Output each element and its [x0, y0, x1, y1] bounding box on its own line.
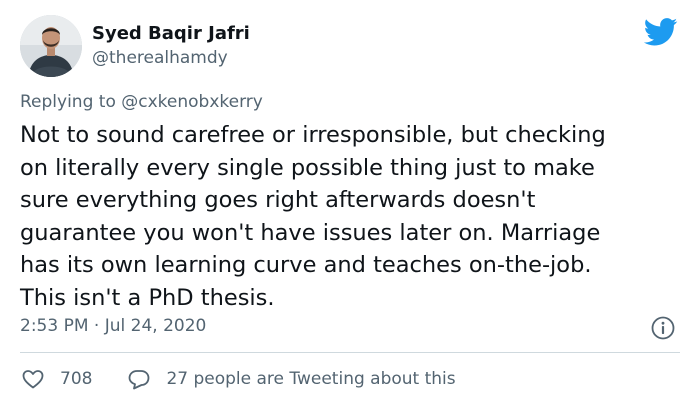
info-icon[interactable]	[650, 315, 676, 341]
author-block[interactable]: Syed Baqir Jafri @therealhamdy	[92, 22, 250, 70]
reply-mention-link[interactable]: @cxkenobxkerry	[121, 92, 263, 112]
tweet-timestamp[interactable]: 2:53 PM · Jul 24, 2020	[20, 314, 206, 338]
replying-to-line: Replying to @cxkenobxkerry	[20, 90, 263, 114]
tweet-card: Syed Baqir Jafri @therealhamdy Replying …	[0, 0, 700, 406]
avatar-image	[20, 15, 82, 77]
like-count: 708	[60, 369, 93, 389]
conversation-text[interactable]: 27 people are Tweeting about this	[166, 369, 455, 389]
tweet-actions: 708 27 people are Tweeting about this	[20, 365, 456, 393]
replying-to-label: Replying to	[20, 92, 122, 112]
speech-bubble-icon	[126, 366, 152, 392]
heart-icon	[20, 366, 46, 392]
conversation-link[interactable]: 27 people are Tweeting about this	[126, 366, 456, 392]
like-button[interactable]: 708	[20, 366, 92, 392]
divider	[20, 352, 680, 353]
author-handle[interactable]: @therealhamdy	[92, 46, 250, 70]
avatar[interactable]	[20, 15, 82, 77]
twitter-bird-icon[interactable]	[643, 18, 678, 46]
tweet-text: Not to sound carefree or irresponsible, …	[20, 122, 606, 311]
author-display-name[interactable]: Syed Baqir Jafri	[92, 22, 250, 46]
